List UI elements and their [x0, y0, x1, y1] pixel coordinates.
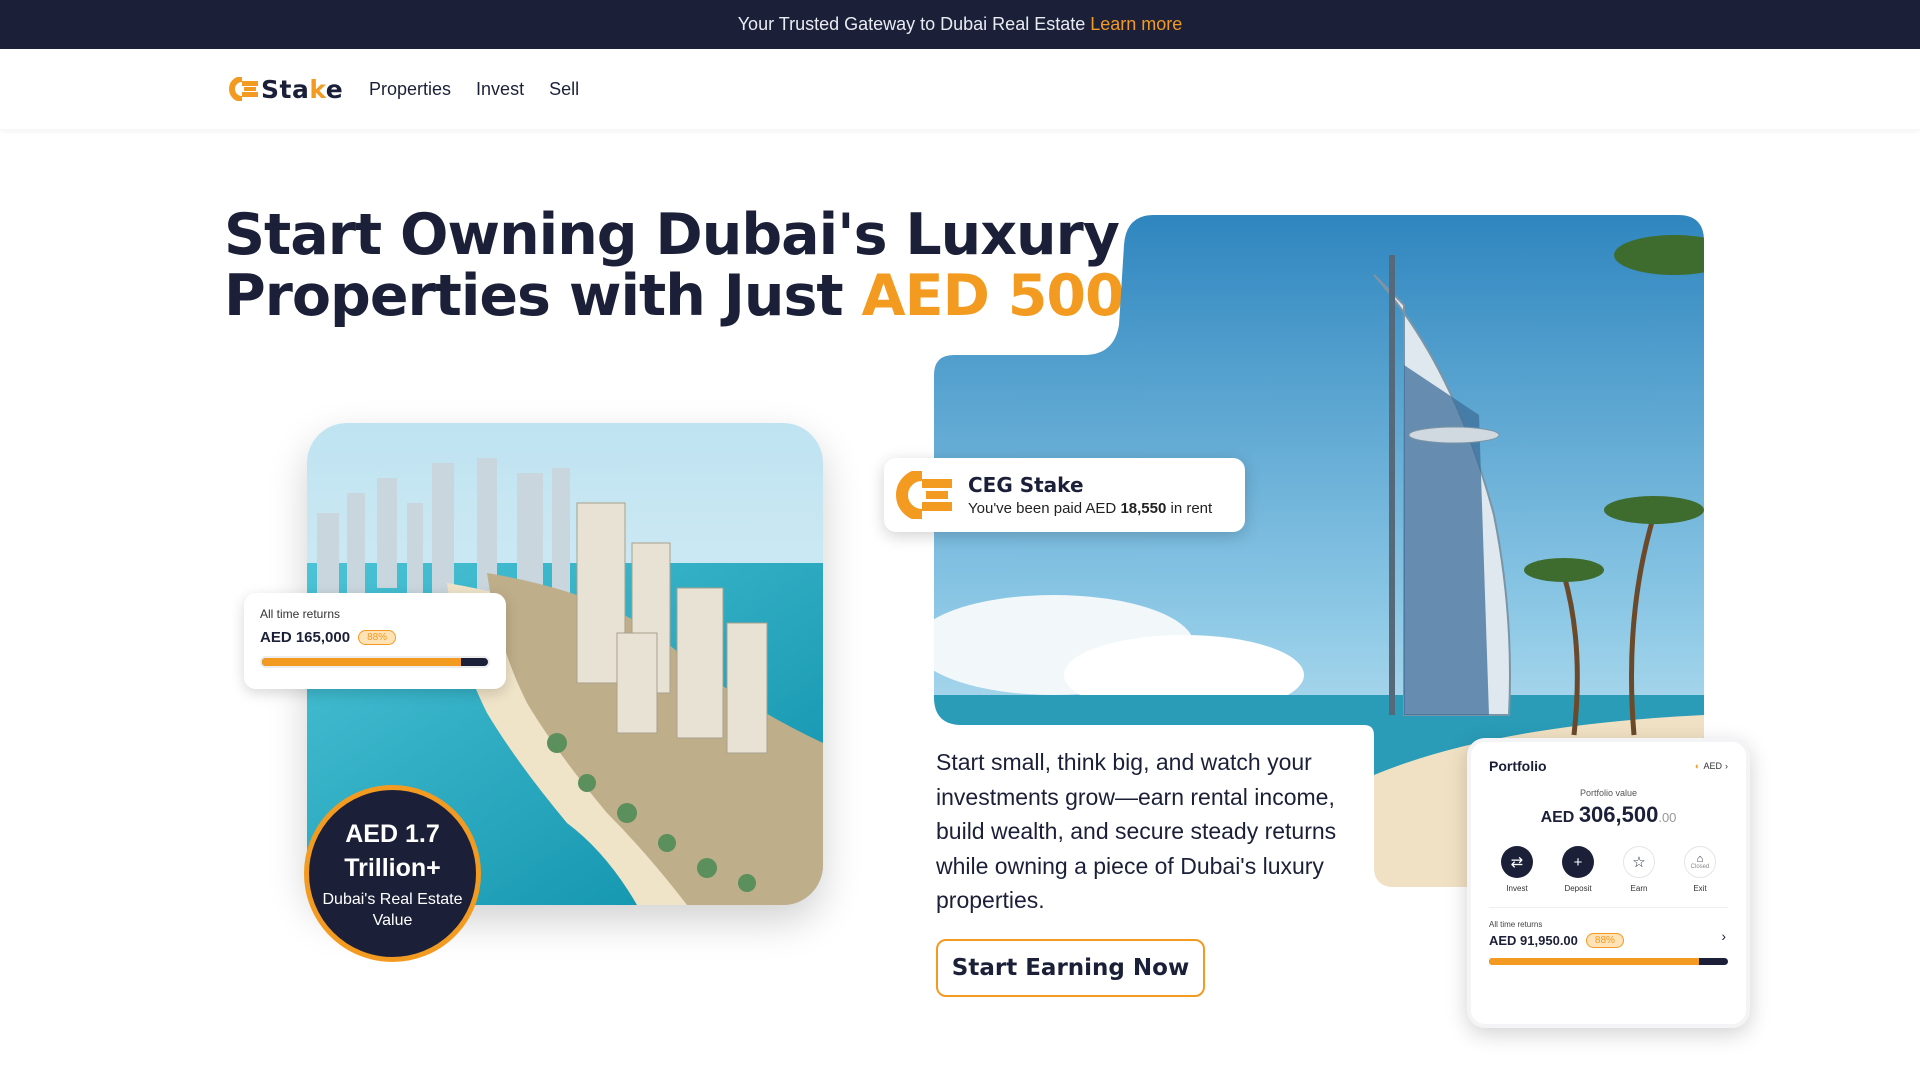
- exit-action[interactable]: ⌂ Closed Exit: [1678, 846, 1722, 893]
- market-value-badge: AED 1.7 Trillion+ Dubai's Real Estate Va…: [304, 785, 481, 962]
- announcement-text: Your Trusted Gateway to Dubai Real Estat…: [737, 14, 1086, 34]
- returns-progress-bar: [260, 656, 490, 668]
- deposit-action[interactable]: + Deposit: [1556, 846, 1600, 893]
- star-icon: ☆: [1623, 846, 1655, 878]
- learn-more-link[interactable]: Learn more: [1090, 14, 1182, 35]
- portfolio-returns-badge: 88%: [1585, 933, 1624, 948]
- notification-text: You've been paid AED 18,550 in rent: [968, 500, 1213, 517]
- portfolio-returns[interactable]: All time returns AED 91,950.00 88% ›: [1489, 920, 1728, 965]
- ceg-logo-icon: ◐: [1695, 761, 1701, 771]
- all-time-returns-card: All time returns AED 165,000 88%: [244, 593, 506, 689]
- portfolio-actions: ⇄ Invest + Deposit ☆ Earn ⌂ Closed Exit: [1489, 846, 1728, 893]
- portfolio-card: Portfolio ◐ AED › Portfolio value AED 30…: [1467, 738, 1750, 1028]
- exit-icon: ⌂ Closed: [1684, 846, 1716, 878]
- invest-action[interactable]: ⇄ Invest: [1495, 846, 1539, 893]
- market-value-line-2: Trillion+: [344, 853, 441, 882]
- chevron-right-icon: ›: [1721, 928, 1726, 944]
- returns-badge: 88%: [358, 630, 397, 645]
- chevron-right-icon: ›: [1725, 761, 1728, 771]
- headline-line-2: Properties with Just: [224, 263, 862, 329]
- plus-icon: +: [1562, 846, 1594, 878]
- nav-link-properties[interactable]: Properties: [369, 79, 451, 100]
- market-value-line-1: AED 1.7: [345, 819, 440, 848]
- ceg-logo-icon: [894, 469, 958, 521]
- portfolio-title: Portfolio: [1489, 758, 1547, 774]
- announcement-bar: Your Trusted Gateway to Dubai Real Estat…: [0, 0, 1920, 49]
- returns-label: All time returns: [260, 607, 341, 621]
- portfolio-progress-fill: [1489, 958, 1700, 965]
- portfolio-progress-bar: [1489, 958, 1728, 965]
- currency-selector[interactable]: ◐ AED ›: [1695, 761, 1728, 771]
- ceg-logo-icon: [228, 76, 260, 102]
- earn-action[interactable]: ☆ Earn: [1617, 846, 1661, 893]
- hero-description: Start small, think big, and watch your i…: [936, 749, 1337, 913]
- nav-links: Properties Invest Sell: [369, 79, 579, 100]
- rent-notification-card: CEG Stake You've been paid AED 18,550 in…: [884, 458, 1245, 532]
- notification-title: CEG Stake: [968, 473, 1084, 497]
- market-value-caption: Dubai's Real Estate Value: [322, 890, 463, 929]
- portfolio-value-label: Portfolio value: [1579, 788, 1638, 798]
- logo[interactable]: Stake: [228, 74, 344, 104]
- portfolio-value: AED 306,500.00: [1540, 802, 1677, 827]
- swap-icon: ⇄: [1501, 846, 1533, 878]
- start-earning-button[interactable]: Start Earning Now: [936, 939, 1205, 997]
- returns-value: AED 165,000: [260, 629, 351, 646]
- returns-progress-fill: [262, 658, 461, 666]
- top-navigation: Stake Properties Invest Sell: [0, 49, 1920, 129]
- logo-wordmark: Stake: [261, 74, 344, 104]
- nav-link-invest[interactable]: Invest: [476, 79, 524, 100]
- nav-link-sell[interactable]: Sell: [549, 79, 579, 100]
